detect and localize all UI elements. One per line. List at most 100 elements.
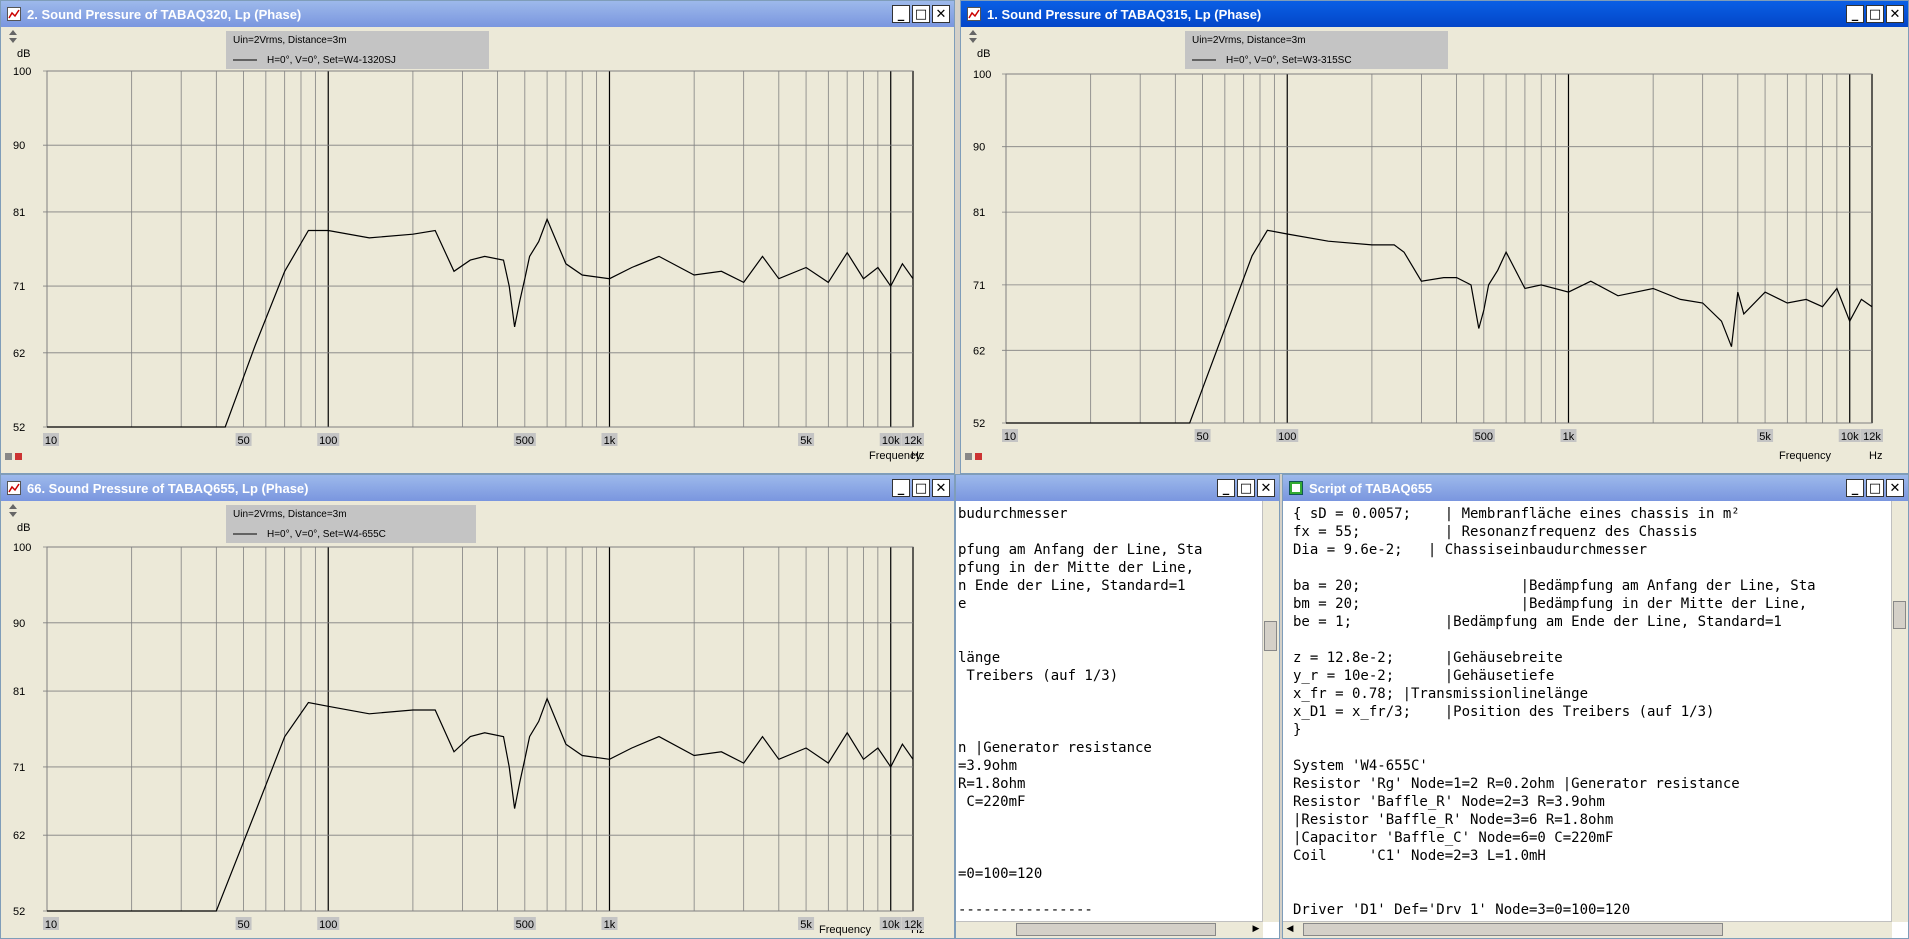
y-tick-label: 81 [13,686,25,698]
close-button[interactable]: ✕ [932,5,950,23]
maximize-button[interactable]: □ [912,5,930,23]
y-unit-label: dB [17,522,30,534]
minimize-button[interactable]: _ [892,5,910,23]
script-window-tabaq655[interactable]: Script of TABAQ655 _ □ ✕ { sD = 0.0057; … [1282,474,1909,939]
script-window-icon [1289,481,1303,495]
maximize-button[interactable]: □ [1866,5,1884,23]
x-tick-label: 100 [1278,431,1296,443]
y-tick-label: 81 [973,207,985,219]
x-tick-label: 500 [516,435,534,447]
script-text[interactable]: { sD = 0.0057; | Membranfläche eines cha… [1283,501,1908,919]
close-button[interactable]: ✕ [1886,479,1904,497]
x-tick-label: 12k [1863,431,1881,443]
plot-window-tabaq315[interactable]: 1. Sound Pressure of TABAQ315, Lp (Phase… [960,0,1909,474]
x-tick-label: 1k [1563,431,1575,443]
window-title: 1. Sound Pressure of TABAQ315, Lp (Phase… [987,6,1262,22]
legend-line1: Uin=2Vrms, Distance=3m [1192,35,1306,46]
x-tick-label: 5k [800,919,812,931]
y-tick-label: 90 [973,142,985,154]
minimize-button[interactable]: _ [1846,5,1864,23]
x-ticks: 10 50 100 500 1k 5k 10k 12k [43,433,924,447]
y-unit-label: dB [977,48,990,60]
grid [46,70,914,428]
plot-window-tabaq655[interactable]: 66. Sound Pressure of TABAQ655, Lp (Phas… [0,474,955,939]
chart-scroll-arrows-icon[interactable] [9,30,17,43]
minimize-button[interactable]: _ [1846,479,1864,497]
scrollbar-thumb[interactable] [1016,923,1216,936]
corner-icons[interactable] [965,453,982,460]
x-unit-label: Hz [911,450,924,462]
scroll-right-arrow-icon[interactable]: ▶ [1249,922,1263,936]
chart-window-icon [7,7,21,21]
series-line [47,697,914,912]
x-tick-label: 5k [800,435,812,447]
y-tick-label: 81 [13,207,25,219]
scroll-left-arrow-icon[interactable]: ◀ [1283,922,1297,936]
plot-window-tabaq320[interactable]: 2. Sound Pressure of TABAQ320, Lp (Phase… [0,0,955,474]
y-tick-label: 52 [13,906,25,918]
y-tick-label: 71 [13,762,25,774]
horizontal-scrollbar[interactable]: ◀ [1283,921,1892,938]
maximize-button[interactable]: □ [1866,479,1884,497]
horizontal-scrollbar[interactable]: ▶ [956,921,1263,938]
x-ticks: 10 50 100 500 1k 5k 10k 12k [1002,429,1883,443]
maximize-button[interactable]: □ [912,479,930,497]
x-tick-label: 50 [237,435,249,447]
x-tick-label: 12k [904,919,922,931]
scrollbar-thumb[interactable] [1893,601,1906,629]
legend-line2: H=0°, V=0°, Set=W4-1320SJ [267,55,396,66]
close-button[interactable]: ✕ [932,479,950,497]
sound-pressure-chart: Uin=2Vrms, Distance=3m H=0°, V=0°, Set=W… [5,30,924,462]
window-title: 66. Sound Pressure of TABAQ655, Lp (Phas… [27,480,309,496]
x-tick-label: 500 [1475,431,1493,443]
x-tick-label: 50 [1196,431,1208,443]
title-bar[interactable]: _ □ ✕ [956,475,1279,501]
sound-pressure-chart: Uin=2Vrms, Distance=3m H=0°, V=0°, Set=W… [965,30,1883,462]
title-bar[interactable]: 1. Sound Pressure of TABAQ315, Lp (Phase… [961,1,1908,27]
minimize-button[interactable]: _ [892,479,910,497]
grid [46,546,914,912]
x-tick-label: 500 [516,919,534,931]
legend-line2: H=0°, V=0°, Set=W3-315SC [1226,55,1352,66]
window-title: Script of TABAQ655 [1309,480,1433,496]
x-tick-label: 5k [1759,431,1771,443]
title-bar[interactable]: 66. Sound Pressure of TABAQ655, Lp (Phas… [1,475,954,501]
x-tick-label: 100 [319,435,337,447]
title-bar[interactable]: 2. Sound Pressure of TABAQ320, Lp (Phase… [1,1,954,27]
y-tick-label: 62 [13,830,25,842]
series-line [47,217,914,428]
x-tick-label: 1k [604,435,616,447]
chart-scroll-arrows-icon[interactable] [9,504,17,517]
vertical-scrollbar[interactable] [1891,501,1908,922]
y-tick-label: 90 [13,618,25,630]
chart-window-icon [967,7,981,21]
chart-scroll-arrows-icon[interactable] [969,30,977,43]
script-editor[interactable]: budurchmesser pfung am Anfang der Line, … [956,501,1279,938]
plot-area-frame [46,546,914,912]
x-unit-label: Hz [1869,450,1882,462]
y-ticks: 100 90 81 71 62 52 [973,69,1872,430]
x-tick-label: 10k [1841,431,1859,443]
x-tick-label: 10k [882,919,900,931]
scrollbar-thumb[interactable] [1264,621,1277,651]
script-text[interactable]: budurchmesser pfung am Anfang der Line, … [956,501,1279,919]
y-tick-label: 52 [973,418,985,430]
script-editor[interactable]: { sD = 0.0057; | Membranfläche eines cha… [1283,501,1908,938]
x-tick-label: 1k [604,919,616,931]
script-window-background[interactable]: _ □ ✕ budurchmesser pfung am Anfang der … [955,474,1280,939]
close-button[interactable]: ✕ [1886,5,1904,23]
maximize-button[interactable]: □ [1237,479,1255,497]
title-bar[interactable]: Script of TABAQ655 _ □ ✕ [1283,475,1908,501]
corner-icons[interactable] [5,453,22,460]
x-title-label: Frequency [819,924,871,936]
x-ticks: 10 50 100 500 1k 5k 10k 12k [43,917,924,931]
close-button[interactable]: ✕ [1257,479,1275,497]
y-tick-label: 90 [13,140,25,152]
x-tick-label: 10 [1004,431,1016,443]
minimize-button[interactable]: _ [1217,479,1235,497]
legend-line1: Uin=2Vrms, Distance=3m [233,509,347,520]
chart-window-icon [7,481,21,495]
vertical-scrollbar[interactable] [1262,501,1279,922]
scrollbar-thumb[interactable] [1303,923,1723,936]
x-tick-label: 100 [319,919,337,931]
